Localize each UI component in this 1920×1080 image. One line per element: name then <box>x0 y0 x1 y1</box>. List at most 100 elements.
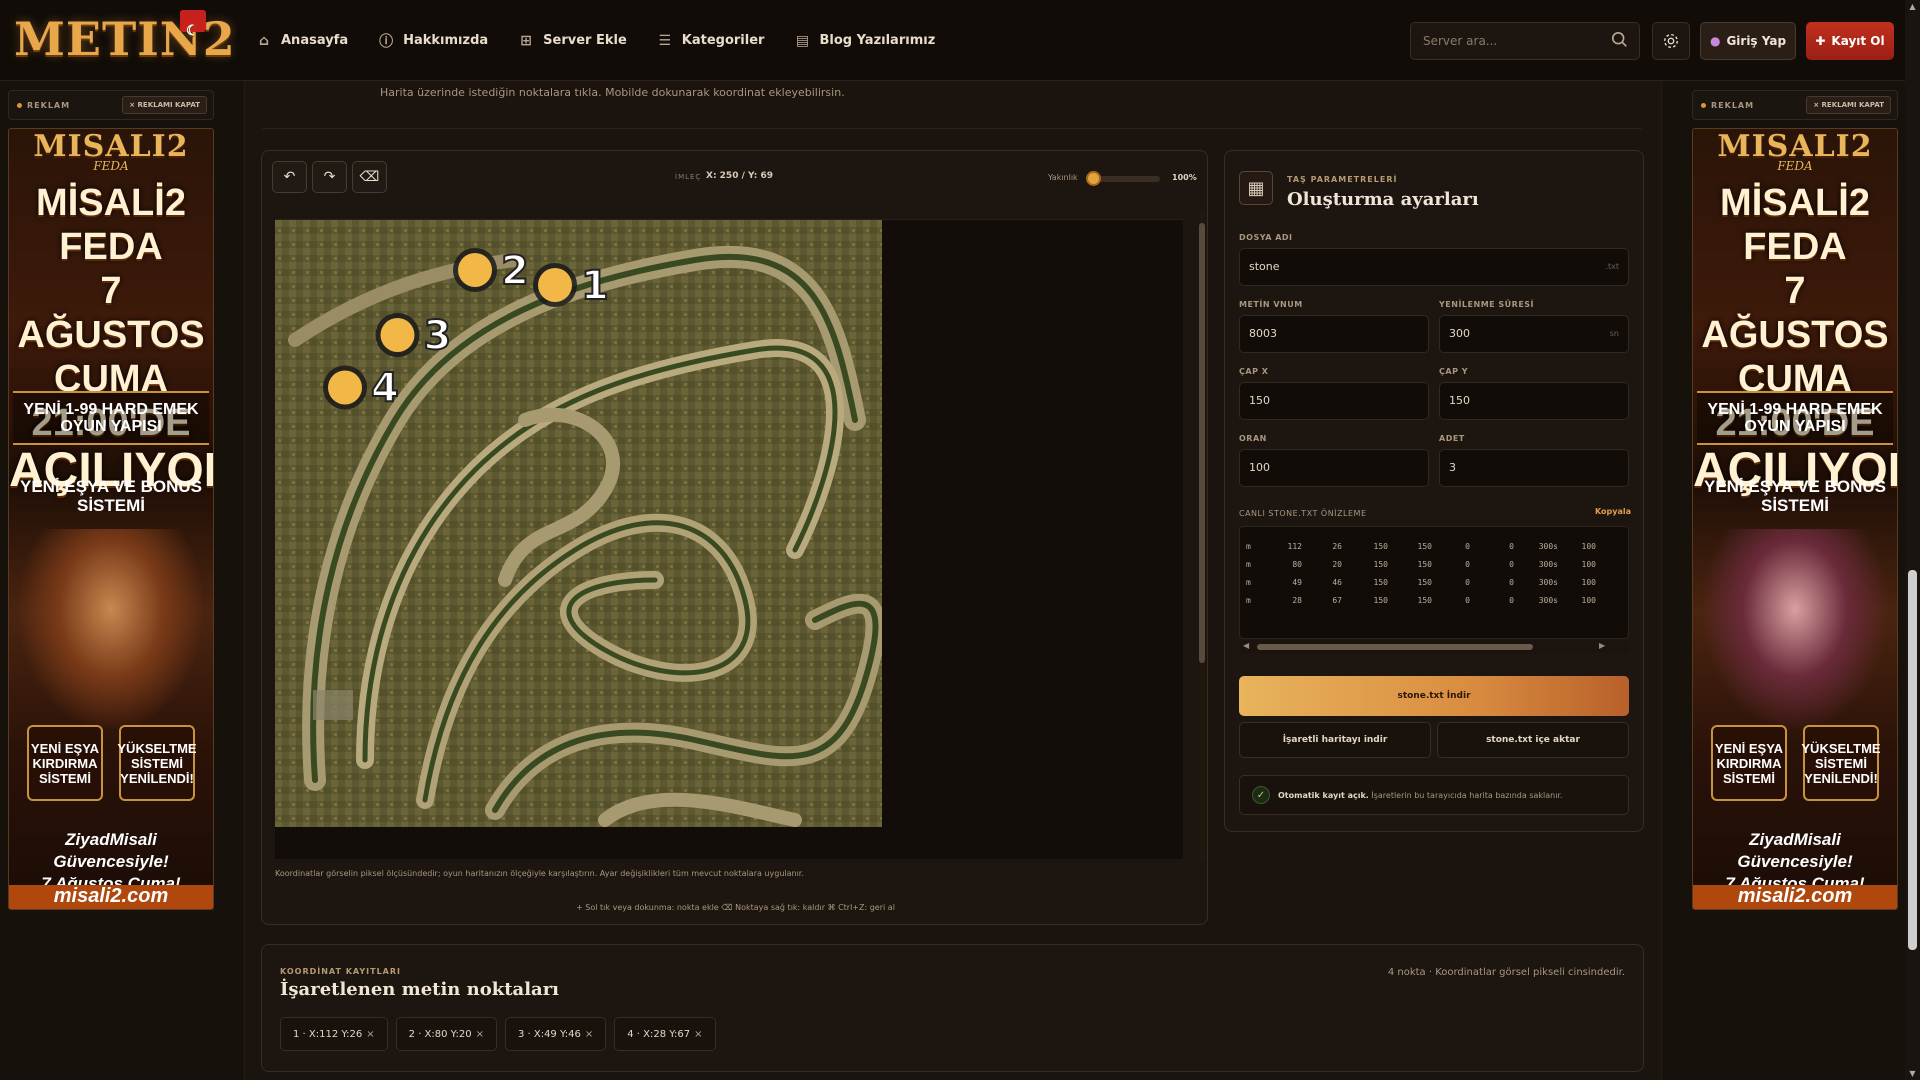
user-icon: ● <box>1709 34 1721 48</box>
coordinate-chip[interactable]: 1 · X:112 Y:26 × <box>280 1017 388 1051</box>
ad-feature-box: YENİ EŞYA KIRDIRMA SİSTEMİ <box>27 725 103 801</box>
ad-url: misali2.com <box>9 885 213 909</box>
coordinate-chip[interactable]: 3 · X:49 Y:46 × <box>504 1017 607 1051</box>
remove-icon[interactable]: × <box>366 1029 374 1040</box>
preview-row: m 80 20 150 150 0 0 300s 100 <box>1246 559 1596 569</box>
nav-label: Blog Yazılarımız <box>819 33 936 48</box>
ad-banner[interactable]: MISALI2 FEDA MİSALİ2 FEDA 7 AĞUSTOS CUMA… <box>1692 128 1898 910</box>
login-button[interactable]: ● Giriş Yap <box>1700 22 1796 60</box>
ad-heroine-image <box>1703 529 1887 729</box>
file-name-label: DOSYA ADI <box>1239 233 1293 242</box>
game-map[interactable]: 1 2 34 <box>275 220 882 827</box>
nav-add-server[interactable]: ⊞ Server Ekle <box>518 33 627 49</box>
editor-help: + Sol tık veya dokunma: nokta ekle ⌫ Nok… <box>576 903 895 912</box>
ad-close-button[interactable]: × REKLAMI KAPAT <box>1806 96 1891 114</box>
marker-label: 1 <box>581 263 609 309</box>
cursor-label: İMLEÇ <box>675 173 702 181</box>
scroll-up-arrow-icon[interactable]: ▲ <box>1908 2 1917 11</box>
ad-brand-sub: FEDA <box>93 159 129 173</box>
ad-url: misali2.com <box>1693 885 1897 909</box>
import-stone-button[interactable]: stone.txt içe aktar <box>1437 722 1629 758</box>
home-icon: ⌂ <box>258 32 270 49</box>
capx-input[interactable]: 150 <box>1239 382 1429 420</box>
file-name-input[interactable]: stone .txt <box>1239 248 1629 286</box>
capx-label: ÇAP X <box>1239 367 1269 376</box>
gear-icon <box>1663 33 1679 49</box>
settings-button[interactable] <box>1652 22 1690 60</box>
nav-home[interactable]: ⌂ Anasayfa <box>256 33 348 49</box>
ad-subline-1: YENİ 1-99 HARD EMEK OYUN YAPISI <box>1697 391 1893 445</box>
ad-subline-1: YENİ 1-99 HARD EMEK OYUN YAPISI <box>13 391 209 445</box>
document-icon: ▤ <box>795 32 810 49</box>
page-scrollbar[interactable]: ▲ ▼ <box>1905 0 1920 1080</box>
scroll-right-arrow-icon[interactable]: ▶ <box>1599 641 1605 650</box>
canvas-scrollbar[interactable] <box>1199 213 1205 859</box>
top-header: METIN2 ⌂ Anasayfa ⓘ Hakkımızda ⊞ Server … <box>0 0 1905 81</box>
preview-scrollbar-thumb[interactable] <box>1257 644 1533 650</box>
nav-categories[interactable]: ☰ Kategoriler <box>657 33 765 49</box>
nav-about[interactable]: ⓘ Hakkımızda <box>378 31 488 51</box>
ad-header: REKLAM × REKLAMI KAPAT <box>8 90 214 120</box>
file-extension: .txt <box>1605 262 1619 271</box>
autosave-status: ✓ Otomatik kayıt açık. İşaretlerin bu ta… <box>1239 775 1629 815</box>
divider <box>262 128 1642 129</box>
nav-blog[interactable]: ▤ Blog Yazılarımız <box>794 33 935 49</box>
canvas-scrollbar-thumb[interactable] <box>1199 223 1205 663</box>
search-input[interactable] <box>1423 23 1603 59</box>
coordinate-chip[interactable]: 2 · X:80 Y:20 × <box>395 1017 497 1051</box>
scrollbar-thumb[interactable] <box>1908 570 1917 950</box>
nav-label: Hakkımızda <box>403 33 489 48</box>
check-icon: ✓ <box>1252 786 1270 804</box>
settings-title: Oluşturma ayarları <box>1287 189 1479 210</box>
zoom-value: 100% <box>1172 173 1197 182</box>
download-stone-button[interactable]: stone.txt İndir <box>1239 676 1629 716</box>
ad-label: REKLAM <box>17 101 70 110</box>
count-input[interactable]: 3 <box>1439 449 1629 487</box>
ad-banner[interactable]: MISALI2 FEDA MİSALİ2 FEDA 7 AĞUSTOS CUMA… <box>8 128 214 910</box>
plus-square-icon: ⊞ <box>520 32 533 49</box>
vnum-input[interactable]: 8003 <box>1239 315 1429 353</box>
remove-icon[interactable]: × <box>476 1029 484 1040</box>
register-button[interactable]: ✚ Kayıt Ol <box>1806 22 1894 60</box>
capy-input[interactable]: 150 <box>1439 382 1629 420</box>
ad-feature-box: YÜKSELTME SİSTEMİ YENİLENDİ! <box>117 725 197 801</box>
vnum-label: METİN VNUM <box>1239 300 1303 309</box>
redo-button[interactable]: ↷ <box>312 161 347 193</box>
remove-icon[interactable]: × <box>694 1029 702 1040</box>
ad-right: REKLAM × REKLAMI KAPAT MISALI2 FEDA MİSA… <box>1692 90 1898 910</box>
ad-warrior-image <box>19 529 203 729</box>
marker-label: 3 <box>424 313 452 359</box>
map-hint: Harita üzerinde istediğin noktalara tıkl… <box>380 86 845 99</box>
ad-left: REKLAM × REKLAMI KAPAT MISALI2 FEDA MİSA… <box>8 90 214 910</box>
zoom-slider-handle[interactable] <box>1086 171 1101 186</box>
stone-grid-icon: ▦ <box>1239 171 1273 205</box>
ad-brand-sub: FEDA <box>1777 159 1813 173</box>
ad-close-button[interactable]: × REKLAMI KAPAT <box>122 96 207 114</box>
info-icon: ⓘ <box>379 33 394 50</box>
stone-txt-preview[interactable]: m 112 26 150 150 0 0 300s 100 m 80 20 150 150 0 0 300s 10… <box>1239 526 1629 639</box>
coordinate-chip[interactable]: 4 · X:28 Y:67 × <box>614 1017 716 1051</box>
scroll-left-arrow-icon[interactable]: ◀ <box>1243 641 1249 650</box>
register-label: Kayıt Ol <box>1831 34 1885 48</box>
erase-icon: ⌫ <box>359 169 380 185</box>
search-icon[interactable] <box>1611 31 1629 49</box>
records-kicker: KOORDİNAT KAYITLARI <box>280 967 402 976</box>
turkish-flag-icon <box>180 0 206 62</box>
nav-label: Anasayfa <box>281 33 349 48</box>
records-title: İşaretlenen metin noktaları <box>280 979 560 1000</box>
clear-button[interactable]: ⌫ <box>352 161 387 193</box>
scroll-down-arrow-icon[interactable]: ▼ <box>1908 1069 1917 1078</box>
undo-button[interactable]: ↶ <box>272 161 307 193</box>
undo-icon: ↶ <box>283 169 296 185</box>
remove-icon[interactable]: × <box>585 1029 593 1040</box>
preview-scrollbar[interactable]: ◀ ▶ <box>1239 641 1629 653</box>
site-logo[interactable]: METIN2 <box>14 0 235 70</box>
zoom-label: Yakınlık <box>1048 173 1078 182</box>
login-label: Giriş Yap <box>1726 34 1787 48</box>
respawn-input[interactable]: 300 sn <box>1439 315 1629 353</box>
ratio-input[interactable]: 100 <box>1239 449 1429 487</box>
settings-panel: ▦ TAŞ PARAMETRELERİ Oluşturma ayarları D… <box>1224 150 1644 832</box>
copy-button[interactable]: Kopyala <box>1595 507 1631 516</box>
download-map-button[interactable]: İşaretli haritayı indir <box>1239 722 1431 758</box>
records-meta: 4 nokta · Koordinatlar görsel pikseli ci… <box>1387 967 1625 978</box>
